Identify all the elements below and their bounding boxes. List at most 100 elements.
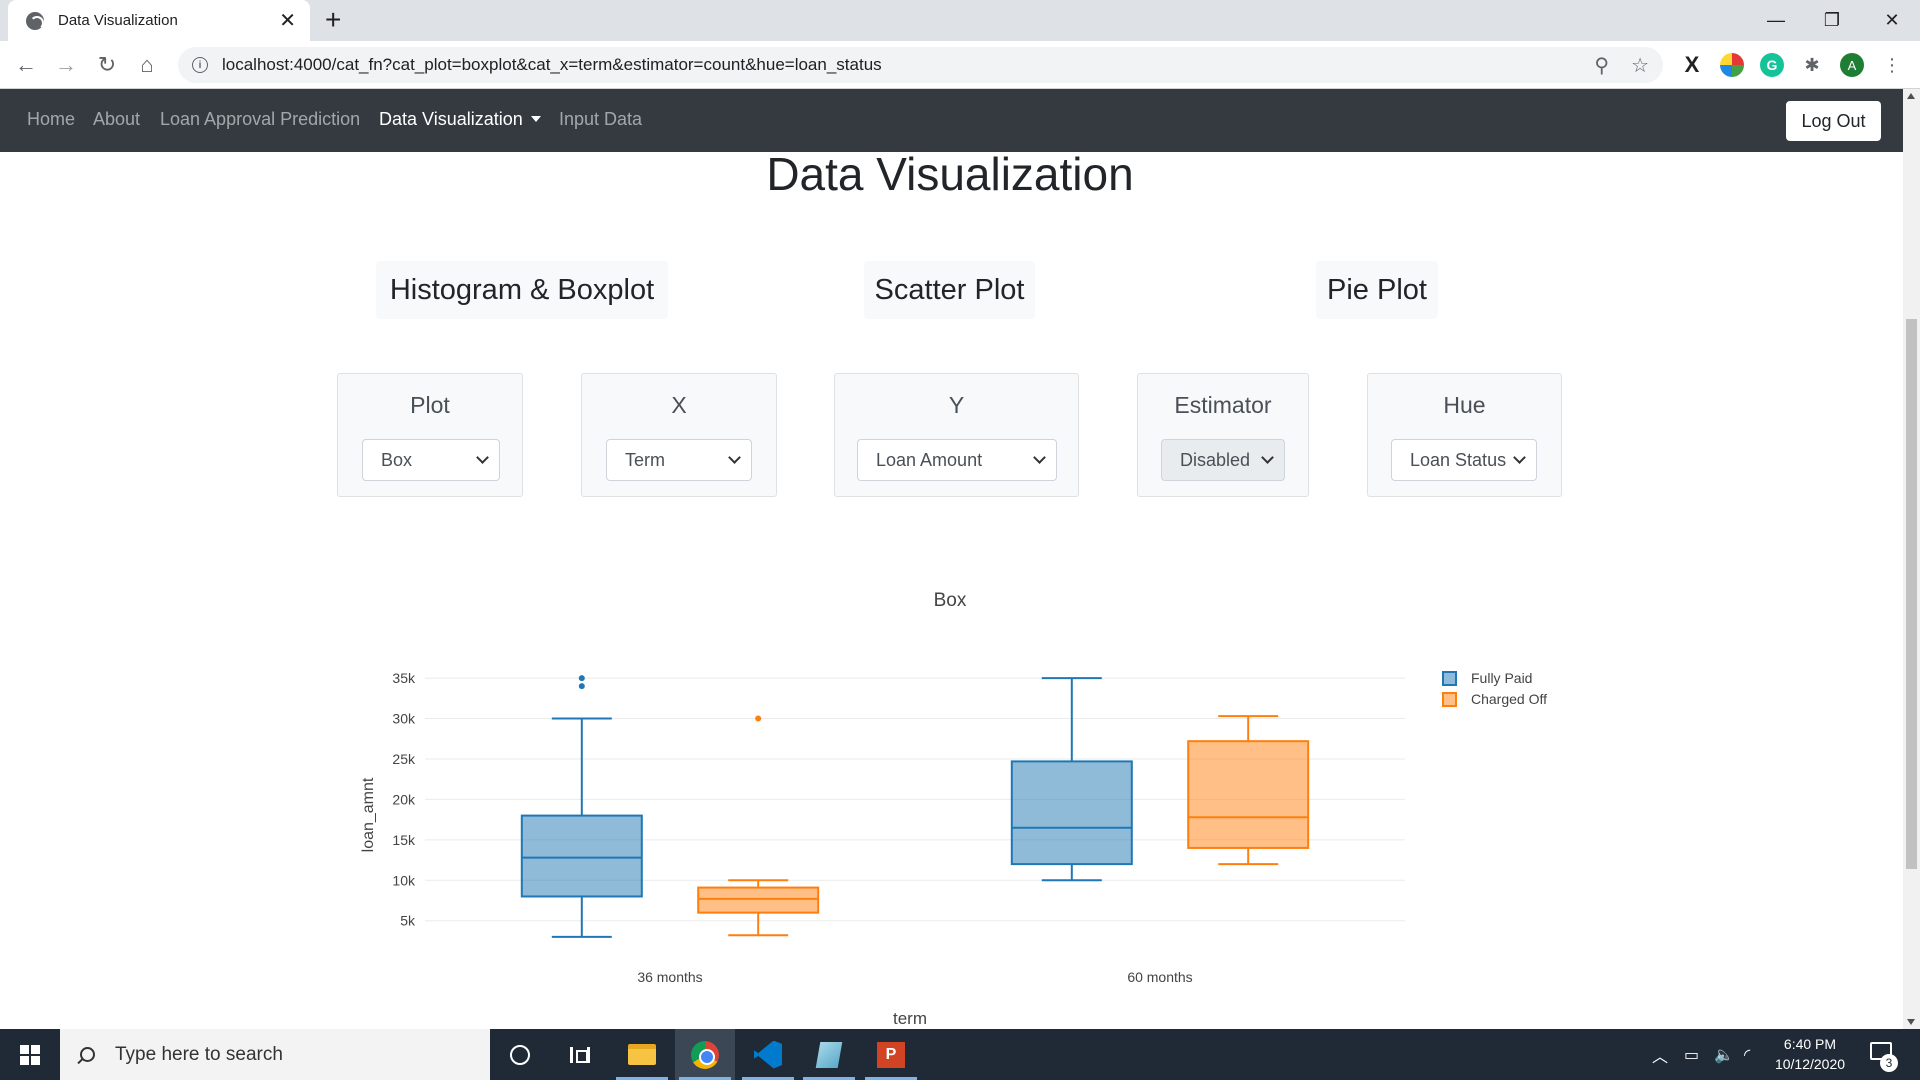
logout-button[interactable]: Log Out	[1786, 101, 1881, 141]
address-bar[interactable]: i localhost:4000/cat_fn?cat_plot=boxplot…	[178, 47, 1663, 83]
powerpoint-taskbar-button[interactable]: P	[861, 1029, 921, 1080]
task-view-icon	[570, 1046, 590, 1063]
y-select-value: Loan Amount	[876, 449, 983, 470]
legend-swatch	[1442, 671, 1457, 686]
battery-icon[interactable]: ▭	[1684, 1029, 1699, 1080]
maximize-icon[interactable]: ❐	[1804, 0, 1860, 41]
forward-icon[interactable]: →	[52, 51, 80, 79]
scrollbar-thumb[interactable]	[1906, 319, 1917, 869]
vscode-taskbar-button[interactable]	[738, 1029, 798, 1080]
notification-count-badge: 3	[1880, 1054, 1898, 1072]
browser-tab-strip: Data Visualization ✕ + — ❐ ✕	[0, 0, 1920, 41]
hue-select-value: Loan Status	[1410, 449, 1507, 470]
grammarly-icon[interactable]: G	[1760, 53, 1784, 77]
zoom-icon[interactable]: ⚲	[1594, 53, 1609, 78]
tab-scatter-plot[interactable]: Scatter Plot	[864, 261, 1035, 319]
hue-select[interactable]: Loan Status	[1391, 439, 1537, 481]
taskbar-search-placeholder: Type here to search	[115, 1043, 283, 1065]
task-view-button[interactable]	[550, 1029, 610, 1080]
page-scrollbar[interactable]	[1903, 89, 1920, 1029]
scroll-down-icon[interactable]	[1907, 1019, 1915, 1025]
legend-label: Fully Paid	[1471, 670, 1532, 686]
site-navbar: Home About Loan Approval Prediction Data…	[0, 89, 1903, 152]
globe-icon	[26, 11, 44, 30]
y-select[interactable]: Loan Amount	[857, 439, 1057, 481]
nav-loan-approval-prediction[interactable]: Loan Approval Prediction	[160, 109, 360, 130]
tab-close-icon[interactable]: ✕	[279, 11, 296, 31]
x-axis-title: term	[893, 1009, 927, 1028]
y-axis-title: loan_amnt	[360, 777, 377, 852]
close-window-icon[interactable]: ✕	[1864, 0, 1920, 41]
minimize-icon[interactable]: —	[1748, 0, 1804, 41]
box-body	[520, 814, 643, 898]
plot-select[interactable]: Box	[362, 439, 500, 481]
nav-data-visualization-label: Data Visualization	[379, 109, 523, 129]
notepad-icon	[815, 1041, 843, 1068]
nav-input-data[interactable]: Input Data	[559, 109, 642, 130]
y-tick-label: 25k	[392, 751, 416, 767]
browser-menu-icon[interactable]: ⋮	[1880, 53, 1904, 77]
clock-time: 6:40 PM	[1783, 1036, 1837, 1052]
volume-icon[interactable]: 🔈	[1714, 1029, 1734, 1080]
profile-avatar-icon[interactable]: A	[1840, 53, 1864, 77]
extension-x-icon[interactable]: X	[1680, 52, 1704, 77]
dropdown-caret-icon	[530, 116, 541, 122]
x-select[interactable]: Term	[606, 439, 752, 481]
search-icon	[80, 1047, 95, 1062]
estimator-select-value: Disabled	[1180, 449, 1251, 470]
folder-icon	[628, 1044, 656, 1065]
vscode-icon	[754, 1040, 782, 1069]
taskbar-search-box[interactable]: Type here to search	[60, 1029, 490, 1080]
legend-swatch	[1442, 692, 1457, 707]
legend-label: Charged Off	[1471, 691, 1547, 707]
plot-label: Plot	[410, 392, 450, 418]
chevron-down-icon	[1033, 451, 1046, 464]
windows-taskbar: Type here to search P ︿ ▭ 🔈 ◜ 6:40 PM 10…	[0, 1029, 1920, 1080]
new-tab-button[interactable]: +	[325, 6, 341, 34]
powerpoint-icon: P	[877, 1041, 905, 1068]
box-outlier-point	[578, 675, 585, 682]
tab-histogram-boxplot[interactable]: Histogram & Boxplot	[376, 261, 668, 319]
scroll-up-icon[interactable]	[1907, 93, 1915, 99]
reload-icon[interactable]: ↻	[93, 51, 121, 79]
chevron-down-icon	[476, 451, 489, 464]
x-tick-label: 60 months	[1127, 969, 1192, 985]
y-tick-label: 15k	[392, 832, 416, 848]
plot-control-card: Plot Box	[337, 373, 523, 497]
box-body	[697, 886, 820, 914]
start-button[interactable]	[0, 1029, 60, 1080]
nav-home[interactable]: Home	[27, 109, 75, 130]
system-clock[interactable]: 6:40 PM 10/12/2020	[1770, 1034, 1850, 1074]
extension-color-icon[interactable]	[1720, 53, 1744, 77]
notepad-taskbar-button[interactable]	[799, 1029, 859, 1080]
chrome-taskbar-button[interactable]	[675, 1029, 735, 1080]
estimator-select: Disabled	[1161, 439, 1285, 481]
y-tick-label: 10k	[392, 872, 416, 888]
tab-pie-plot[interactable]: Pie Plot	[1316, 261, 1438, 319]
bookmark-star-icon[interactable]: ☆	[1631, 53, 1649, 78]
y-tick-label: 5k	[400, 913, 416, 929]
x-tick-label: 36 months	[637, 969, 702, 985]
browser-tab[interactable]: Data Visualization ✕	[8, 0, 310, 41]
plot-select-value: Box	[381, 449, 413, 470]
home-icon[interactable]: ⌂	[133, 51, 161, 79]
box-body	[1187, 740, 1310, 849]
estimator-control-card: Estimator Disabled	[1137, 373, 1309, 497]
back-icon[interactable]: ←	[12, 51, 40, 79]
site-info-icon[interactable]: i	[192, 57, 208, 73]
chevron-down-icon	[1513, 451, 1526, 464]
wifi-icon[interactable]: ◜	[1744, 1029, 1750, 1080]
cortana-button[interactable]	[490, 1029, 550, 1080]
x-control-card: X Term	[581, 373, 777, 497]
hue-control-card: Hue Loan Status	[1367, 373, 1562, 497]
estimator-label: Estimator	[1174, 392, 1272, 418]
tray-overflow-icon[interactable]: ︿	[1652, 1029, 1668, 1080]
tab-title: Data Visualization	[58, 12, 178, 29]
nav-data-visualization[interactable]: Data Visualization	[379, 109, 541, 130]
nav-about[interactable]: About	[93, 109, 140, 130]
browser-toolbar: ← → ↻ ⌂ i localhost:4000/cat_fn?cat_plot…	[0, 41, 1920, 89]
clock-date: 10/12/2020	[1774, 1056, 1846, 1072]
y-tick-label: 20k	[392, 791, 416, 807]
extensions-puzzle-icon[interactable]: ✱	[1800, 53, 1824, 77]
file-explorer-button[interactable]	[612, 1029, 672, 1080]
